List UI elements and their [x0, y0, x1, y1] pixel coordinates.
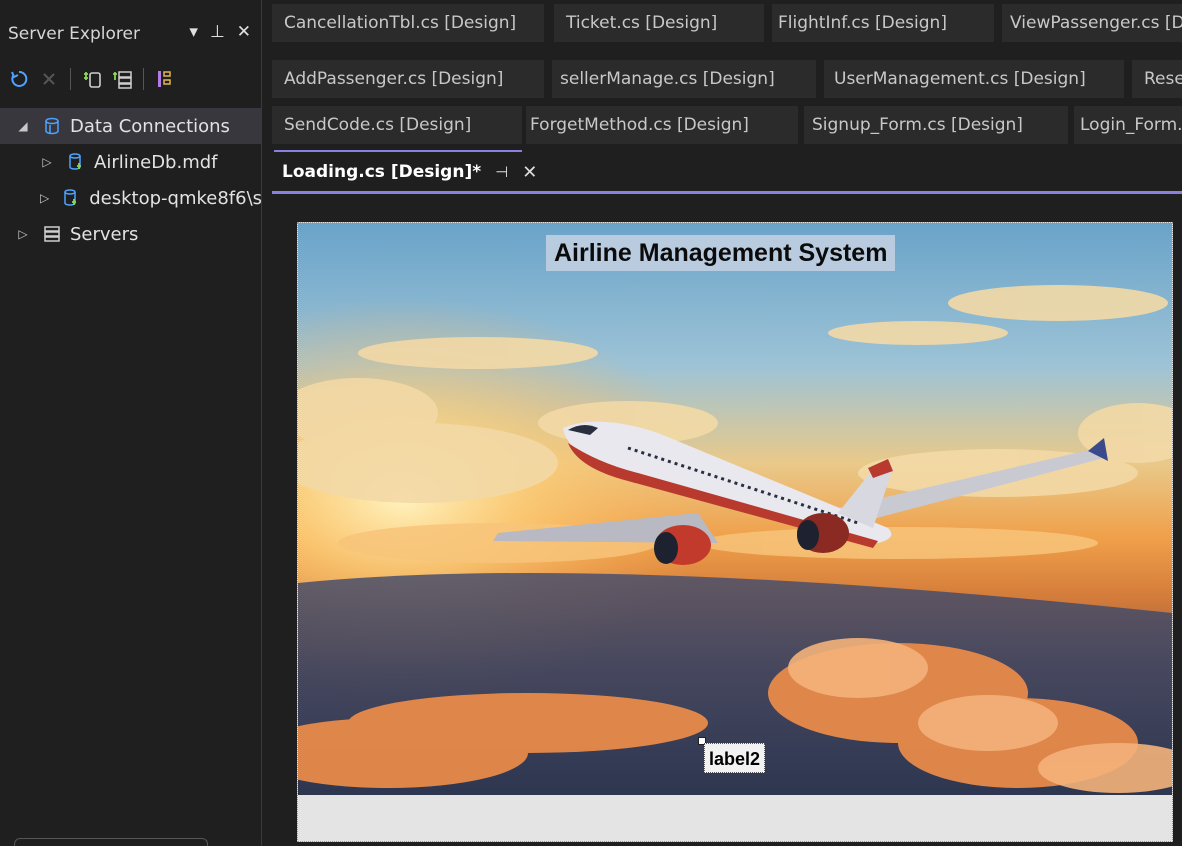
tab-cancellationtbl-design[interactable]: CancellationTbl.cs [Design] — [272, 4, 544, 42]
horizontal-scrollbar[interactable] — [14, 838, 208, 846]
close-icon[interactable]: ✕ — [237, 22, 251, 42]
expanded-arrow-icon[interactable]: ◢ — [16, 119, 30, 133]
server-explorer-panel: Server Explorer ▾ ⊥ ✕ ◢ Data Connections… — [0, 0, 262, 846]
panel-window-buttons: ▾ ⊥ ✕ — [189, 22, 251, 42]
server-explorer-header: Server Explorer ▾ ⊥ ✕ — [0, 0, 261, 54]
pin-icon[interactable]: ⊥ — [210, 22, 225, 42]
close-tab-icon[interactable]: ✕ — [522, 162, 537, 183]
tree-item-servers[interactable]: ▷ Servers — [0, 216, 261, 252]
tab-sellermanage-design[interactable]: sellerManage.cs [Design] — [552, 60, 816, 98]
form-design-surface[interactable]: Airline Management System label2 — [297, 222, 1173, 842]
connect-to-database-icon[interactable] — [81, 68, 103, 90]
tab-flightinf-design[interactable]: FlightInf.cs [Design] — [772, 4, 994, 42]
label2-control[interactable]: label2 — [704, 743, 766, 773]
tab-ticket-design[interactable]: Ticket.cs [Design] — [554, 4, 764, 42]
dropdown-arrow-icon[interactable]: ▾ — [189, 22, 198, 42]
pin-tab-icon[interactable]: ⊣ — [495, 163, 508, 181]
server-explorer-tree: ◢ Data Connections ▷ AirlineDb.mdf ▷ des… — [0, 108, 261, 252]
document-tab-well: CancellationTbl.cs [Design] Ticket.cs [D… — [272, 0, 1182, 196]
class-view-icon[interactable] — [154, 68, 176, 90]
tree-item-label: AirlineDb.mdf — [94, 151, 218, 173]
server-icon — [42, 224, 62, 244]
active-tab-underline — [272, 191, 1182, 194]
tab-usermanagement-design[interactable]: UserManagement.cs [Design] — [824, 60, 1124, 98]
tab-forgetmethod-design[interactable]: ForgetMethod.cs [Design] — [526, 106, 798, 144]
form-designer: Airline Management System label2 — [272, 196, 1182, 846]
airplane-background-image[interactable]: Airline Management System label2 — [298, 223, 1172, 795]
database-connection-icon — [42, 116, 62, 136]
active-tab-label: Loading.cs [Design]* — [282, 162, 482, 182]
tab-row-3: SendCode.cs [Design] ForgetMethod.cs [De… — [272, 102, 1182, 146]
server-explorer-toolbar — [0, 54, 261, 104]
tree-item-desktop-server[interactable]: ▷ desktop-qmke8f6\sq — [0, 180, 261, 216]
collapsed-arrow-icon[interactable]: ▷ — [40, 155, 54, 169]
active-tab-row: Loading.cs [Design]* ⊣ ✕ — [272, 148, 1182, 192]
connect-to-server-icon[interactable] — [111, 68, 133, 90]
toolbar-separator — [143, 68, 144, 90]
stop-icon[interactable] — [38, 68, 60, 90]
tree-item-label: Data Connections — [70, 115, 230, 137]
tree-item-label: desktop-qmke8f6\sq — [89, 187, 261, 209]
collapsed-arrow-icon[interactable]: ▷ — [40, 191, 49, 205]
tab-loginform-design[interactable]: Login_Form.c — [1074, 106, 1182, 144]
tab-signupform-design[interactable]: Signup_Form.cs [Design] — [804, 106, 1068, 144]
title-label[interactable]: Airline Management System — [546, 235, 896, 271]
tree-item-data-connections[interactable]: ◢ Data Connections — [0, 108, 261, 144]
tree-item-label: Servers — [70, 223, 139, 245]
tab-sendcode-design[interactable]: SendCode.cs [Design] — [272, 106, 522, 144]
tab-reset-design[interactable]: ResetF — [1132, 60, 1182, 98]
tab-viewpassenger-design[interactable]: ViewPassenger.cs [Des — [1002, 4, 1182, 42]
tab-addpassenger-design[interactable]: AddPassenger.cs [Design] — [272, 60, 544, 98]
tab-loading-design-active[interactable]: Loading.cs [Design]* ⊣ ✕ — [274, 150, 537, 192]
tree-item-airlinedb[interactable]: ▷ AirlineDb.mdf — [0, 144, 261, 180]
collapsed-arrow-icon[interactable]: ▷ — [16, 227, 30, 241]
toolbar-separator — [70, 68, 71, 90]
tab-row-2: AddPassenger.cs [Design] sellerManage.cs… — [272, 56, 1182, 100]
tab-row-1: CancellationTbl.cs [Design] Ticket.cs [D… — [272, 0, 1182, 44]
database-file-icon — [66, 152, 86, 172]
database-file-icon — [61, 188, 81, 208]
refresh-icon[interactable] — [8, 68, 30, 90]
server-explorer-title: Server Explorer — [8, 24, 140, 44]
